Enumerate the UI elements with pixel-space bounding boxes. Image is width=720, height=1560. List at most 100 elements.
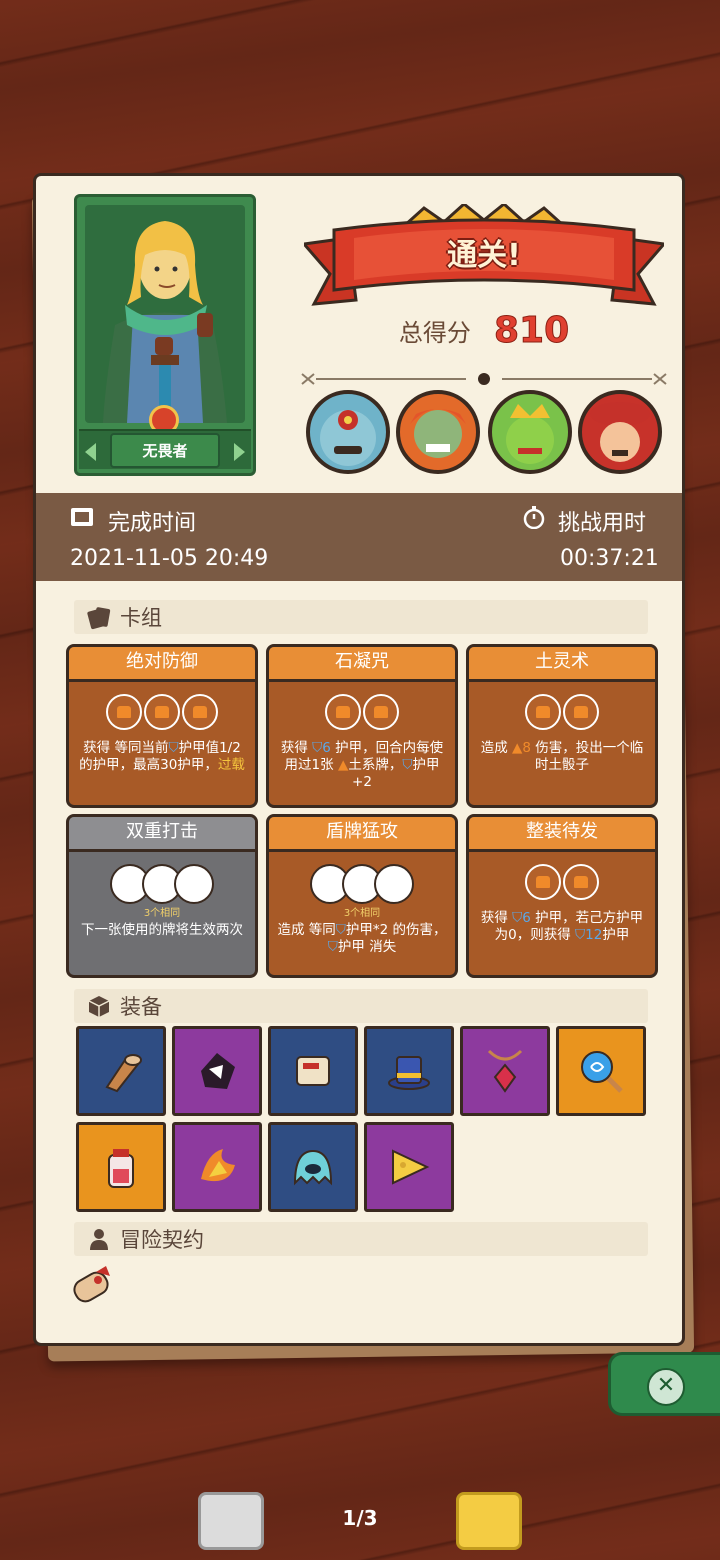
equip-top-hat[interactable] (364, 1026, 454, 1116)
boss-red-hat-icon (578, 390, 662, 474)
close-button[interactable]: ✕ (608, 1352, 720, 1416)
trumpet-icon (105, 1054, 142, 1093)
shield-icon: ⛉ (402, 757, 413, 773)
hero-name: 无畏者 (110, 432, 220, 468)
potion-jar-icon (108, 1149, 134, 1188)
next-hero-arrow-icon[interactable] (234, 443, 245, 461)
deck-title: 卡组 (120, 606, 162, 630)
dice-cost (269, 864, 455, 906)
equipment-title: 装备 (120, 995, 162, 1019)
top-hat-icon (388, 1056, 430, 1090)
film-icon (71, 508, 93, 526)
dice-cost (469, 694, 655, 736)
equipment-section-header: 装备 (74, 989, 648, 1023)
equip-red-gem-amulet[interactable] (460, 1026, 550, 1116)
hero-card: 无畏者 (74, 194, 256, 476)
next-page-button[interactable] (456, 1492, 522, 1550)
dice-cost (69, 694, 255, 736)
contract-scroll-icon[interactable] (70, 1262, 120, 1314)
empty-dice-icon (174, 864, 214, 904)
earth-dice-icon (525, 864, 561, 900)
overload-keyword: 过载 (217, 757, 245, 773)
card-description: 下一张使用的牌将生效两次 (81, 922, 243, 938)
complete-time-value: 2021-11-05 20:49 (70, 546, 269, 571)
card-title: 盾牌猛攻 (269, 817, 455, 852)
equip-dark-shard[interactable] (172, 1026, 262, 1116)
challenge-time-value: 00:37:21 (560, 546, 659, 571)
dice-cost (69, 864, 255, 906)
person-icon (90, 1229, 108, 1250)
close-icon: ✕ (647, 1368, 685, 1406)
card-description: 获得 ⛉6 护甲，回合内每使用过1张 ▲土系牌，⛉护甲+2 (280, 740, 444, 790)
scroll-icon (296, 1056, 330, 1086)
red-gem-amulet-icon (487, 1049, 523, 1093)
result-panel: 无畏者 通关! 总得分 810 完成时间 2021-11-05 20:49 挑战… (33, 173, 685, 1346)
defeated-bosses (306, 390, 666, 478)
same-dice-note: 3个相同 (143, 908, 181, 919)
earth-dice-icon (563, 864, 599, 900)
page-indicator: 1/3 (342, 1506, 378, 1530)
dark-shard-icon (201, 1053, 235, 1089)
equip-cheese-wedge[interactable] (364, 1122, 454, 1212)
box-icon (88, 996, 110, 1017)
shield-icon: ⛉ (512, 910, 523, 926)
card-shield-bash[interactable]: 盾牌猛攻 3个相同 造成 等同⛉护甲*2 的伤害，⛉护甲 消失 (266, 814, 458, 978)
card-description: 获得 ⛉6 护甲，若己方护甲为0，则获得 ⛉12护甲 (480, 910, 644, 943)
card-title: 双重打击 (69, 817, 255, 852)
stopwatch-icon (523, 506, 545, 529)
same-dice-note: 3个相同 (343, 908, 381, 919)
equip-ghost-slime[interactable] (268, 1122, 358, 1212)
earth-dice-icon (525, 694, 561, 730)
score-row: 总得分 810 (304, 310, 664, 352)
equip-fire-crystal[interactable] (172, 1122, 262, 1212)
card-description: 获得 等同当前⛉护甲值1/2的护甲，最高30护甲，过载 (79, 740, 245, 773)
deck-section-header: 卡组 (74, 600, 648, 634)
complete-time-label: 完成时间 (108, 511, 197, 536)
card-double-strike[interactable]: 双重打击 3个相同 下一张使用的牌将生效两次 (66, 814, 258, 978)
equip-scroll[interactable] (268, 1026, 358, 1116)
boss-divider (301, 373, 667, 385)
earth-dice-icon (182, 694, 218, 730)
dice-cost (469, 864, 655, 906)
shield-icon: ⛉ (312, 740, 323, 756)
fire-crystal-icon (201, 1149, 235, 1182)
earth-dice-icon (144, 694, 180, 730)
earth-dice-icon (363, 694, 399, 730)
card-title: 土灵术 (469, 647, 655, 682)
card-stone-spell[interactable]: 石凝咒 获得 ⛉6 护甲，回合内每使用过1张 ▲土系牌，⛉护甲+2 (266, 644, 458, 808)
hero-name-bar: 无畏者 (79, 429, 251, 469)
earth-icon: ▲ (512, 740, 523, 756)
boss-orange-troll-icon (396, 390, 480, 474)
card-description: 造成 等同⛉护甲*2 的伤害，⛉护甲 消失 (277, 922, 447, 955)
card-title: 绝对防御 (69, 647, 255, 682)
boss-blue-ogre-icon (306, 390, 390, 474)
cards-icon (87, 607, 111, 630)
empty-dice-icon (374, 864, 414, 904)
shield-icon: ⛉ (327, 939, 338, 955)
banner-title: 通关! (447, 238, 521, 273)
earth-dice-icon (106, 694, 142, 730)
equip-trumpet[interactable] (76, 1026, 166, 1116)
card-earth-spirit[interactable]: 土灵术 造成 ▲8 伤害，投出一个临时土骰子 (466, 644, 658, 808)
earth-dice-icon (325, 694, 361, 730)
equip-potion-jar[interactable] (76, 1122, 166, 1212)
blue-orb-wand-icon (581, 1051, 623, 1093)
challenge-time-label: 挑战用时 (558, 511, 647, 536)
contract-title: 冒险契约 (120, 1228, 204, 1252)
prev-page-button[interactable] (198, 1492, 264, 1550)
hero-portrait (85, 205, 245, 423)
card-description: 造成 ▲8 伤害，投出一个临时土骰子 (480, 740, 644, 773)
shield-icon: ⛉ (575, 927, 586, 943)
shield-icon: ⛉ (168, 740, 179, 756)
boss-green-king-icon (488, 390, 572, 474)
contract-section-header: 冒险契约 (74, 1222, 648, 1256)
card-title: 整装待发 (469, 817, 655, 852)
equip-blue-orb-wand[interactable] (556, 1026, 646, 1116)
prev-hero-arrow-icon[interactable] (85, 443, 96, 461)
card-absolute-defense[interactable]: 绝对防御 获得 等同当前⛉护甲值1/2的护甲，最高30护甲，过载 (66, 644, 258, 808)
shield-icon: ⛉ (335, 922, 346, 938)
earth-icon: ▲ (337, 757, 349, 773)
card-ready-to-go[interactable]: 整装待发 获得 ⛉6 护甲，若己方护甲为0，则获得 ⛉12护甲 (466, 814, 658, 978)
earth-dice-icon (563, 694, 599, 730)
cheese-wedge-icon (392, 1149, 430, 1185)
